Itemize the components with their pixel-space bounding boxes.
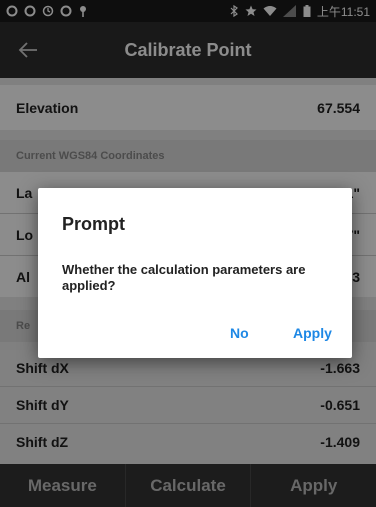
dialog-apply-button[interactable]: Apply	[293, 325, 332, 341]
dialog-message: Whether the calculation parameters are a…	[62, 262, 306, 293]
prompt-dialog: Prompt Whether the calculation parameter…	[38, 188, 352, 358]
dialog-no-button[interactable]: No	[230, 325, 249, 341]
dialog-title: Prompt	[62, 214, 125, 234]
